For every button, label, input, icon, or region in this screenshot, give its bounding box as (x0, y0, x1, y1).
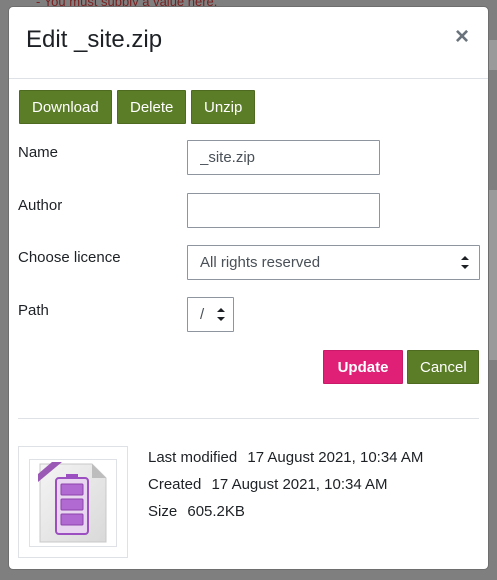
file-preview-frame (29, 459, 117, 547)
author-input[interactable] (187, 193, 380, 228)
file-preview (18, 446, 128, 558)
licence-selected-value: All rights reserved (200, 254, 321, 271)
last-modified-value: 17 August 2021, 10:34 AM (247, 449, 424, 466)
name-label: Name (18, 144, 59, 161)
dialog-title: Edit _site.zip (26, 26, 163, 53)
update-button[interactable]: Update (323, 350, 403, 384)
background-edge (488, 40, 497, 70)
last-modified-row: Last modified 17 August 2021, 10:34 AM (148, 449, 423, 466)
path-selected-value: / (200, 306, 205, 323)
created-row: Created 17 August 2021, 10:34 AM (148, 476, 388, 493)
download-button[interactable]: Download (19, 90, 112, 124)
created-label: Created (148, 476, 202, 493)
unzip-button[interactable]: Unzip (191, 90, 256, 124)
background-edge (488, 190, 497, 360)
licence-label: Choose licence (18, 249, 121, 266)
size-label: Size (148, 503, 178, 520)
licence-select[interactable]: All rights reserved (187, 245, 480, 280)
path-label: Path (18, 302, 49, 319)
delete-button[interactable]: Delete (117, 90, 187, 124)
last-modified-label: Last modified (148, 449, 238, 466)
cancel-button[interactable]: Cancel (407, 350, 479, 384)
path-select[interactable]: / (187, 297, 234, 332)
size-row: Size 605.2KB (148, 503, 245, 520)
select-arrows-icon (217, 298, 225, 331)
archive-file-icon (38, 462, 107, 543)
created-value: 17 August 2021, 10:34 AM (211, 476, 388, 493)
select-arrows-icon (461, 246, 469, 279)
close-icon[interactable]: × (452, 25, 472, 49)
edit-file-dialog: Edit _site.zip × Download Delete Unzip N… (8, 6, 489, 570)
size-value: 605.2KB (187, 503, 245, 520)
author-label: Author (18, 197, 63, 214)
name-input[interactable] (187, 140, 380, 175)
section-divider (18, 418, 479, 419)
dialog-header: Edit _site.zip × (9, 7, 488, 79)
